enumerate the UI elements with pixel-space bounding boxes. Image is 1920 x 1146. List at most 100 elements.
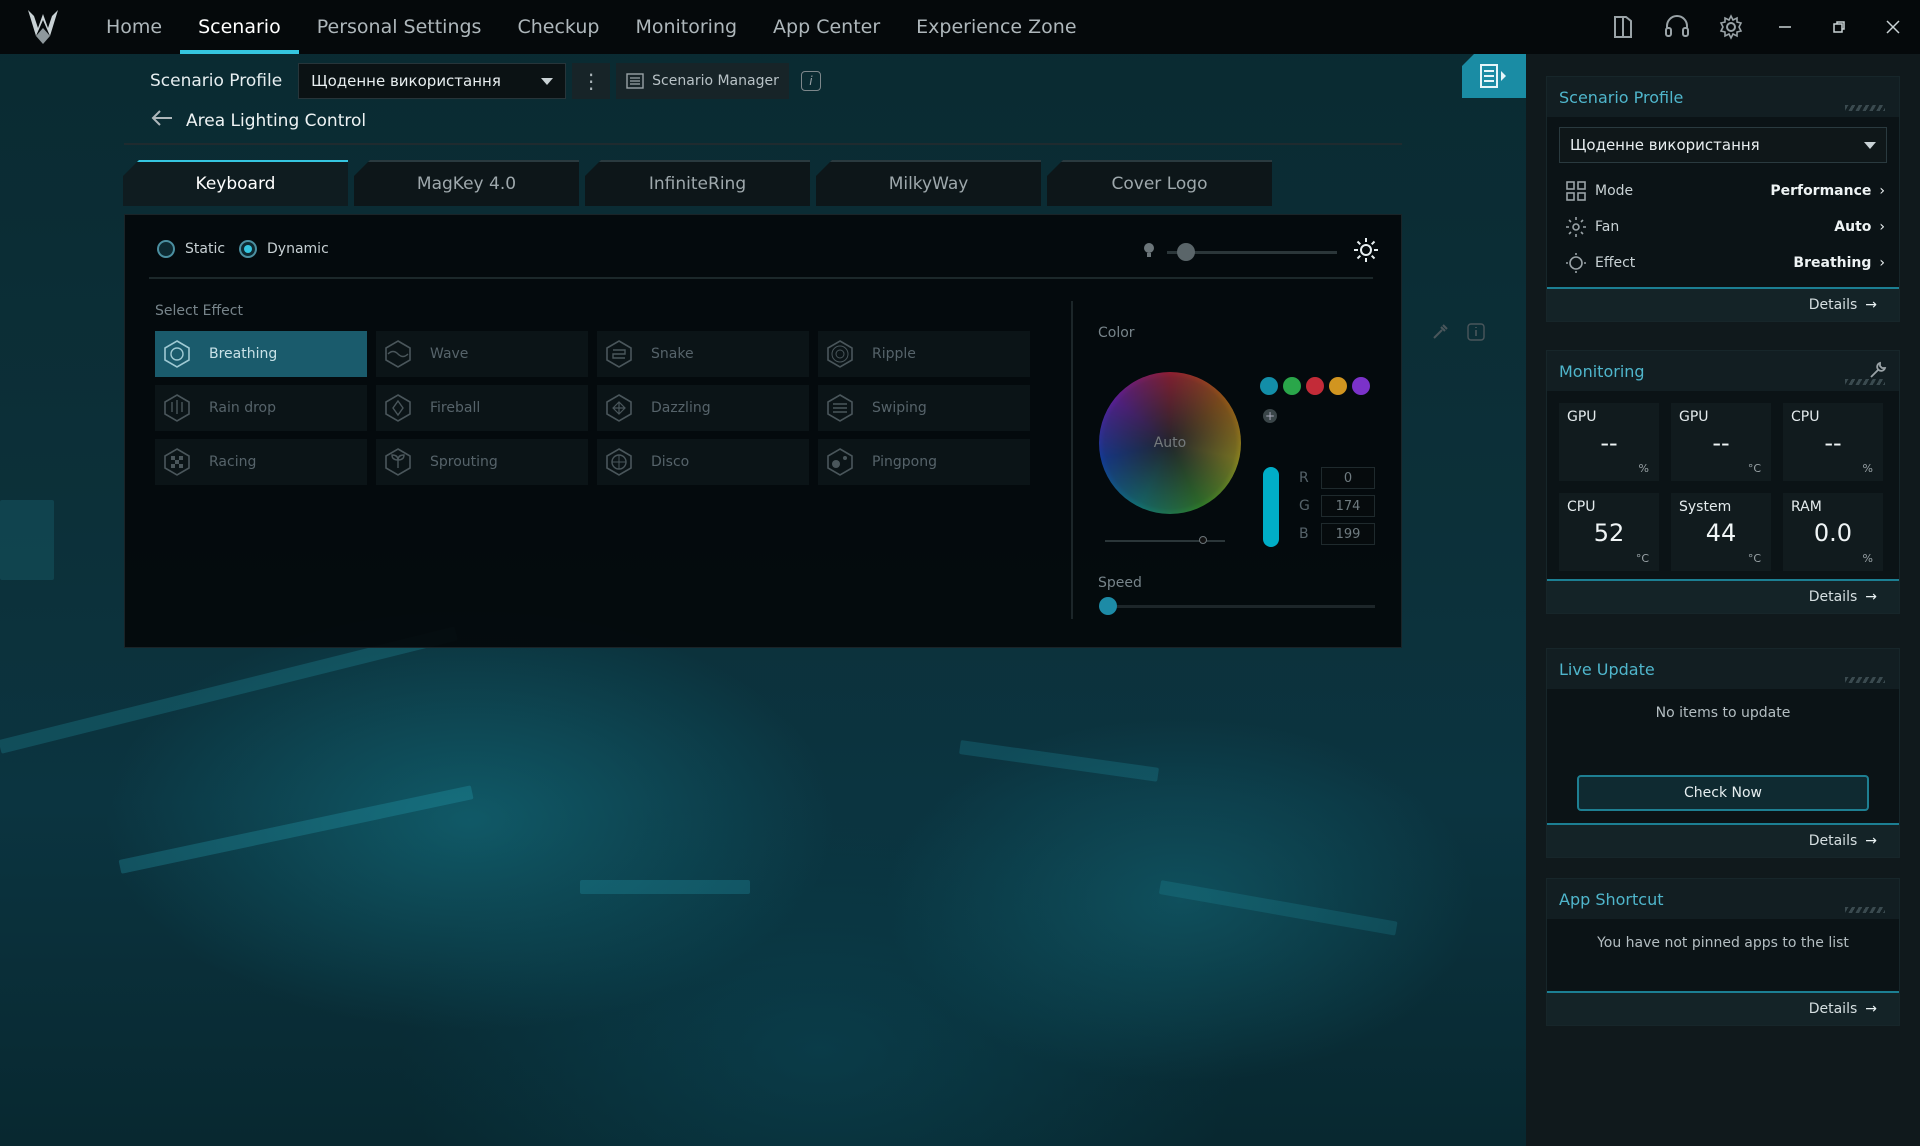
nav-home[interactable]: Home	[88, 0, 180, 54]
details-label: Details	[1808, 297, 1858, 313]
effect-row-value: Breathing	[1793, 255, 1872, 271]
effect-pingpong[interactable]: Pingpong	[818, 439, 1030, 485]
effect-breathing[interactable]: Breathing	[155, 331, 367, 377]
nav-checkup[interactable]: Checkup	[499, 0, 617, 54]
close-icon[interactable]	[1866, 0, 1920, 54]
settings-gear-icon[interactable]	[1704, 0, 1758, 54]
add-color-plus-icon[interactable]: +	[1263, 409, 1277, 423]
swatch-purple[interactable]	[1352, 377, 1370, 395]
fan-label: Fan	[1595, 219, 1620, 235]
toggle-side-panel-button[interactable]	[1462, 54, 1526, 98]
b-input[interactable]: 199	[1321, 523, 1375, 545]
r-input[interactable]: 0	[1321, 467, 1375, 489]
effect-label: Snake	[651, 346, 694, 362]
scenario-manager-button[interactable]: Scenario Manager	[616, 63, 789, 99]
fireball-effect-icon	[382, 392, 414, 424]
color-saturation-slider[interactable]	[1105, 536, 1225, 544]
divider	[124, 143, 1402, 145]
brightness-slider[interactable]	[1167, 242, 1337, 261]
back-arrow-icon[interactable]	[150, 108, 174, 133]
effect-sprouting[interactable]: Sprouting	[376, 439, 588, 485]
effect-wave[interactable]: Wave	[376, 331, 588, 377]
swatch-cyan[interactable]	[1260, 377, 1278, 395]
effect-rain-drop[interactable]: Rain drop	[155, 385, 367, 431]
check-now-button[interactable]: Check Now	[1577, 775, 1869, 811]
b-label: B	[1299, 526, 1309, 542]
side-scenario-selected: Щоденне використання	[1570, 136, 1760, 154]
effect-dazzling[interactable]: Dazzling	[597, 385, 809, 431]
r-label: R	[1299, 470, 1309, 486]
side-scenario-dropdown[interactable]: Щоденне використання	[1559, 127, 1887, 163]
nav-personal-settings[interactable]: Personal Settings	[299, 0, 500, 54]
wrench-icon[interactable]	[1869, 361, 1887, 383]
effect-row[interactable]: Effect Breathing ›	[1547, 245, 1899, 281]
swatch-red[interactable]	[1306, 377, 1324, 395]
color-wheel-label: Auto	[1153, 435, 1187, 451]
info-icon[interactable]: i	[800, 71, 821, 91]
tab-milkyway[interactable]: MilkyWay	[816, 160, 1041, 206]
effect-racing[interactable]: Racing	[155, 439, 367, 485]
side-panel-icon	[1480, 64, 1506, 88]
eyedropper-icon[interactable]	[1431, 323, 1449, 345]
app-shortcut-details-link[interactable]: Details →	[1547, 991, 1899, 1025]
notebook-icon[interactable]	[1596, 0, 1650, 54]
effect-label: Pingpong	[872, 454, 937, 470]
card-title: Scenario Profile	[1547, 77, 1899, 117]
speed-slider-knob[interactable]	[1099, 597, 1117, 615]
monitoring-card: Monitoring GPU -- % GPU -- °C CPU -- % C…	[1546, 350, 1900, 614]
monitoring-details-link[interactable]: Details →	[1547, 579, 1899, 613]
fan-row[interactable]: Fan Auto ›	[1547, 209, 1899, 245]
color-label: Color	[1098, 325, 1135, 341]
lighting-effect-icon	[1565, 252, 1587, 274]
gpu-temp-cell: GPU -- °C	[1671, 403, 1771, 481]
app-shortcut-message: You have not pinned apps to the list	[1597, 935, 1849, 951]
color-saturation-knob[interactable]	[1199, 536, 1207, 544]
pingpong-effect-icon	[824, 446, 856, 478]
disco-ball-icon	[603, 446, 635, 478]
restore-window-icon[interactable]	[1812, 0, 1866, 54]
swatch-orange[interactable]	[1329, 377, 1347, 395]
minimize-icon[interactable]	[1758, 0, 1812, 54]
mode-row[interactable]: Mode Performance ›	[1547, 173, 1899, 209]
effect-swiping[interactable]: Swiping	[818, 385, 1030, 431]
nav-monitoring[interactable]: Monitoring	[617, 0, 755, 54]
effect-ripple[interactable]: Ripple	[818, 331, 1030, 377]
effect-disco[interactable]: Disco	[597, 439, 809, 485]
scenario-profile-dropdown[interactable]: Щоденне використання	[298, 63, 567, 99]
swatch-green[interactable]	[1283, 377, 1301, 395]
background-streak	[118, 785, 474, 874]
effect-fireball[interactable]: Fireball	[376, 385, 588, 431]
nav-scenario[interactable]: Scenario	[180, 0, 299, 54]
speed-slider[interactable]	[1099, 597, 1375, 615]
dynamic-label: Dynamic	[267, 241, 329, 257]
card-title: Monitoring	[1547, 351, 1899, 391]
live-update-details-link[interactable]: Details →	[1547, 823, 1899, 857]
arrow-right-icon: →	[1865, 1001, 1877, 1017]
tab-keyboard[interactable]: Keyboard	[123, 160, 348, 206]
headset-support-icon[interactable]	[1650, 0, 1704, 54]
scenario-profile-card: Scenario Profile Щоденне використання Mo…	[1546, 76, 1900, 322]
scenario-profile-label: Scenario Profile	[150, 71, 283, 91]
ram-usage-cell: RAM 0.0 %	[1783, 493, 1883, 571]
color-wheel[interactable]: Auto	[1099, 372, 1241, 514]
tab-cover-logo[interactable]: Cover Logo	[1047, 160, 1272, 206]
nav-experience-zone[interactable]: Experience Zone	[898, 0, 1094, 54]
static-radio[interactable]	[157, 240, 175, 258]
color-info-icon[interactable]	[1467, 323, 1485, 345]
g-input[interactable]: 174	[1321, 495, 1375, 517]
effect-label: Rain drop	[209, 400, 276, 416]
dynamic-radio[interactable]	[239, 240, 258, 258]
tab-magkey[interactable]: MagKey 4.0	[354, 160, 579, 206]
brightness-slider-knob[interactable]	[1177, 242, 1195, 261]
live-update-card: Live Update No items to update Check Now…	[1546, 648, 1900, 858]
nav-app-center[interactable]: App Center	[755, 0, 898, 54]
effect-label: Sprouting	[430, 454, 498, 470]
metric-name: GPU	[1679, 409, 1709, 425]
tab-infinitering[interactable]: InfiniteRing	[585, 160, 810, 206]
effect-snake[interactable]: Snake	[597, 331, 809, 377]
arrow-right-icon: →	[1865, 833, 1877, 849]
snake-effect-icon	[603, 338, 635, 370]
scenario-details-link[interactable]: Details →	[1547, 287, 1899, 321]
more-options-button[interactable]: ⋮	[572, 63, 611, 99]
mode-label: Mode	[1595, 183, 1634, 199]
